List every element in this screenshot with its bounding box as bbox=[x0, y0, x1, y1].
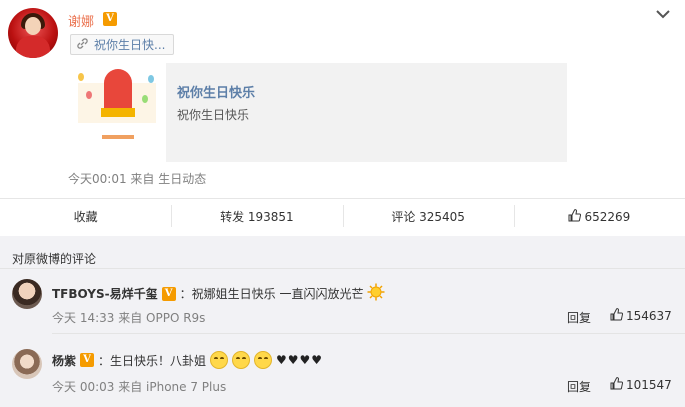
commenter-name[interactable]: TFBOYS-易烊千玺 bbox=[52, 285, 158, 302]
verified-badge-icon: V bbox=[161, 286, 176, 301]
commenter-name[interactable]: 杨紫 bbox=[52, 352, 76, 369]
divider bbox=[0, 268, 685, 269]
link-chip[interactable]: 祝你生日快... bbox=[70, 34, 174, 55]
sun-emoji-icon bbox=[367, 283, 385, 304]
card-title[interactable]: 祝你生日快乐 bbox=[177, 82, 255, 101]
giggle-emoji-icon bbox=[254, 351, 273, 369]
comment-label: 评论 325405 bbox=[391, 210, 465, 224]
favorite-button[interactable]: 收藏 bbox=[0, 199, 171, 234]
chevron-down-icon[interactable] bbox=[653, 4, 673, 24]
repost-button[interactable]: 转发 193851 bbox=[171, 199, 342, 234]
comment-like-button[interactable]: 154637 bbox=[610, 308, 672, 324]
author-avatar[interactable] bbox=[8, 8, 58, 58]
card-thumbnail bbox=[68, 63, 166, 162]
avatar[interactable] bbox=[12, 349, 42, 379]
comment-time: 今天 00:03 来自 iPhone 7 Plus bbox=[52, 380, 227, 394]
comment-text: ：祝娜姐生日快乐 一直闪闪放光芒 bbox=[179, 287, 364, 301]
author-name[interactable]: 谢娜 bbox=[68, 11, 94, 30]
comment-like-count: 154637 bbox=[626, 309, 672, 323]
hearts-text: ♥♥♥♥ bbox=[276, 353, 324, 367]
thumbs-up-icon bbox=[610, 377, 624, 393]
post-meta: 今天00:01 来自 生日动态 bbox=[68, 172, 207, 186]
comment-like-button[interactable]: 101547 bbox=[610, 377, 672, 393]
link-icon bbox=[77, 37, 88, 52]
verified-badge-icon: V bbox=[80, 353, 95, 367]
favorite-label: 收藏 bbox=[73, 210, 98, 224]
reply-button[interactable]: 回复 bbox=[567, 309, 591, 326]
action-bar: 收藏 转发 193851 评论 325405 652269 bbox=[0, 198, 685, 234]
like-count: 652269 bbox=[584, 209, 631, 224]
comment-line: 杨紫 V ：生日快乐！八卦姐 ♥♥♥♥ bbox=[52, 351, 323, 369]
comment-button[interactable]: 评论 325405 bbox=[342, 199, 514, 234]
comment-line: TFBOYS-易烊千玺 V ：祝娜姐生日快乐 一直闪闪放光芒 bbox=[52, 283, 385, 304]
giggle-emoji-icon bbox=[210, 351, 229, 369]
thumbs-up-icon bbox=[568, 208, 582, 225]
thumbs-up-icon bbox=[610, 308, 624, 324]
divider bbox=[52, 333, 685, 334]
verified-badge-icon: V bbox=[103, 12, 117, 26]
reply-button[interactable]: 回复 bbox=[567, 378, 591, 395]
like-button[interactable]: 652269 bbox=[513, 199, 685, 234]
comment-text: ：生日快乐！八卦姐 bbox=[98, 353, 207, 368]
comments-title: 对原微博的评论 bbox=[12, 252, 97, 266]
link-card[interactable]: 祝你生日快乐 祝你生日快乐 bbox=[68, 63, 567, 162]
giggle-emoji-icon bbox=[232, 351, 251, 369]
card-description: 祝你生日快乐 bbox=[177, 108, 250, 122]
comment-time: 今天 14:33 来自 OPPO R9s bbox=[52, 311, 206, 325]
avatar[interactable] bbox=[12, 279, 42, 309]
link-chip-label: 祝你生日快... bbox=[94, 38, 166, 52]
repost-label: 转发 193851 bbox=[220, 210, 294, 224]
comment-like-count: 101547 bbox=[626, 378, 672, 392]
